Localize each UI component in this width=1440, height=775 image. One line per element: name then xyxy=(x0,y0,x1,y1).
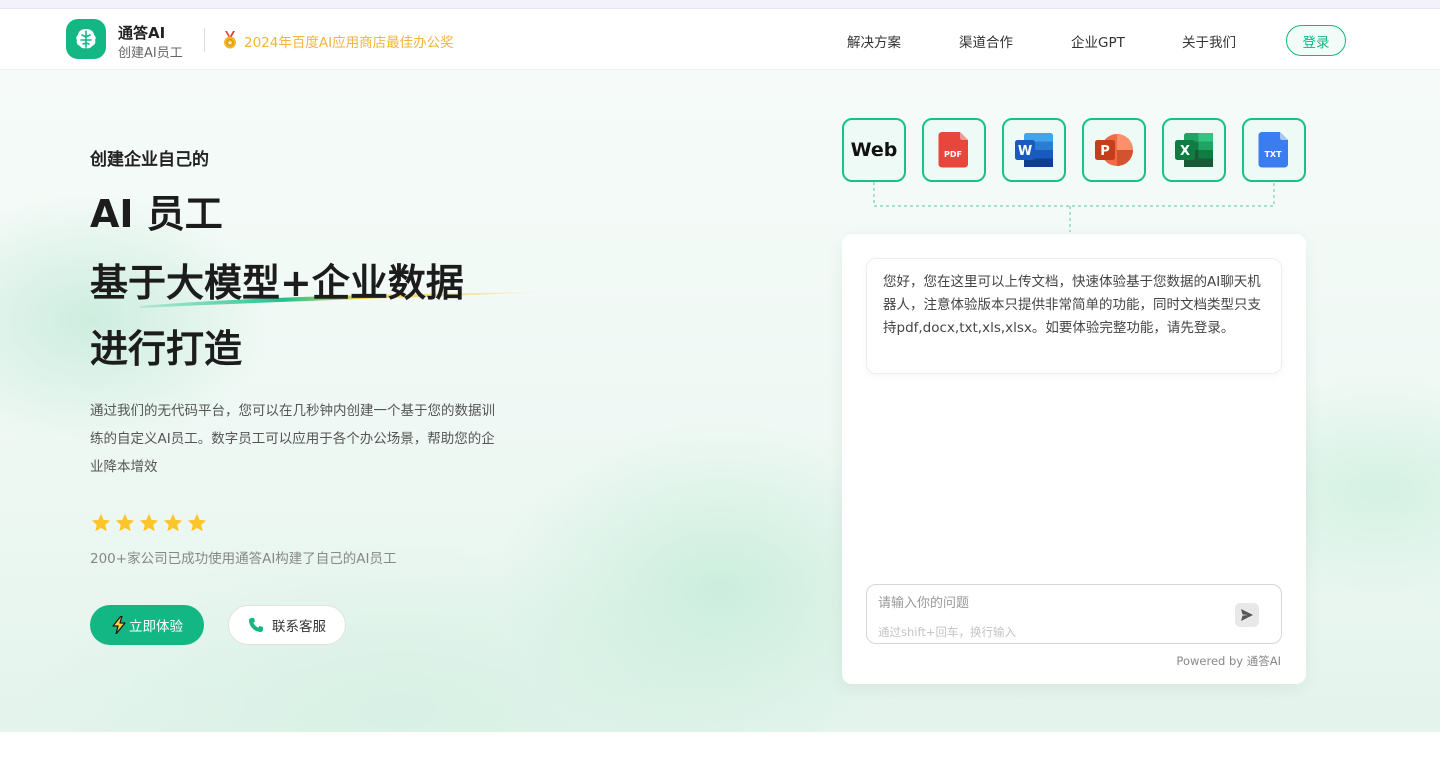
txt-file-icon: TXT xyxy=(1258,132,1288,168)
powerpoint-file-icon: P xyxy=(1095,134,1133,166)
nav-link-solutions[interactable]: 解决方案 xyxy=(847,31,901,51)
star-icon xyxy=(139,513,159,532)
filetype-web-tile[interactable]: Web xyxy=(842,118,906,182)
award-text: 2024年百度AI应用商店最佳办公奖 xyxy=(244,35,454,51)
contact-support-button[interactable]: 联系客服 xyxy=(228,605,346,645)
star-icon xyxy=(187,513,207,532)
nav-link-about-us[interactable]: 关于我们 xyxy=(1182,31,1236,51)
filetype-pdf-tile[interactable]: PDF xyxy=(922,118,986,182)
top-navbar: 通答AI 创建AI员工 2024年百度AI应用商店最佳办公奖 解决方案 渠道合作… xyxy=(0,9,1440,70)
brand-name[interactable]: 通答AI xyxy=(118,22,165,43)
star-icon xyxy=(163,513,183,532)
word-label: W xyxy=(1018,144,1032,159)
rating-text: 200+家公司已成功使用通答AI构建了自己的AI员工 xyxy=(90,551,397,567)
chat-input-box[interactable]: 通过shift+回车，换行输入 xyxy=(866,584,1282,644)
hero-description: 通过我们的无代码平台，您可以在几秒钟内创建一个基于您的数据训练的自定义AI员工。… xyxy=(90,403,495,475)
browser-top-strip xyxy=(0,0,1440,9)
web-label: Web xyxy=(850,139,898,161)
word-file-icon: W xyxy=(1015,133,1053,167)
brand-tagline: 创建AI员工 xyxy=(118,46,183,61)
rating-stars xyxy=(90,512,208,534)
powered-by-text: Powered by 通答AI xyxy=(1176,654,1281,668)
login-button[interactable]: 登录 xyxy=(1286,25,1346,56)
filetype-ppt-tile[interactable]: P xyxy=(1082,118,1146,182)
star-icon xyxy=(91,513,111,532)
txt-label: TXT xyxy=(1264,150,1282,159)
phone-icon xyxy=(249,618,263,632)
try-now-label: 立即体验 xyxy=(129,619,183,635)
try-now-button[interactable]: 立即体验 xyxy=(90,605,204,645)
input-hint: 通过shift+回车，换行输入 xyxy=(878,625,1016,639)
excel-label: X xyxy=(1180,144,1190,159)
nav-link-channel-partners[interactable]: 渠道合作 xyxy=(959,31,1013,51)
medal-icon xyxy=(222,31,238,53)
chat-demo-card: 您好，您在这里可以上传文档，快速体验基于您数据的AI聊天机器人，注意体验版本只提… xyxy=(842,234,1306,684)
question-input[interactable] xyxy=(878,593,1218,613)
lightning-icon xyxy=(112,616,126,634)
hero-headline-line-3: 进行打造 xyxy=(90,327,243,371)
filetype-word-tile[interactable]: W xyxy=(1002,118,1066,182)
star-icon xyxy=(115,513,135,532)
hero-headline-line-2: 基于大模型+企业数据 xyxy=(90,261,464,305)
nav-divider xyxy=(204,28,205,52)
filetype-excel-tile[interactable]: X xyxy=(1162,118,1226,182)
pdf-file-icon: PDF xyxy=(938,132,968,168)
brain-icon[interactable] xyxy=(66,19,106,59)
nav-link-enterprise-gpt[interactable]: 企业GPT xyxy=(1071,31,1125,51)
filetype-txt-tile[interactable]: TXT xyxy=(1242,118,1306,182)
send-button[interactable] xyxy=(1235,603,1259,627)
hero-section: 创建企业自己的 AI 员工 基于大模型+企业数据 进行打造 通过我们的无代码平台… xyxy=(0,70,1440,732)
pdf-label: PDF xyxy=(944,150,962,159)
send-icon xyxy=(1241,609,1253,621)
ppt-label: P xyxy=(1100,144,1110,159)
bot-greeting-message: 您好，您在这里可以上传文档，快速体验基于您数据的AI聊天机器人，注意体验版本只提… xyxy=(866,258,1282,374)
excel-file-icon: X xyxy=(1175,133,1213,167)
contact-support-label: 联系客服 xyxy=(272,619,326,635)
